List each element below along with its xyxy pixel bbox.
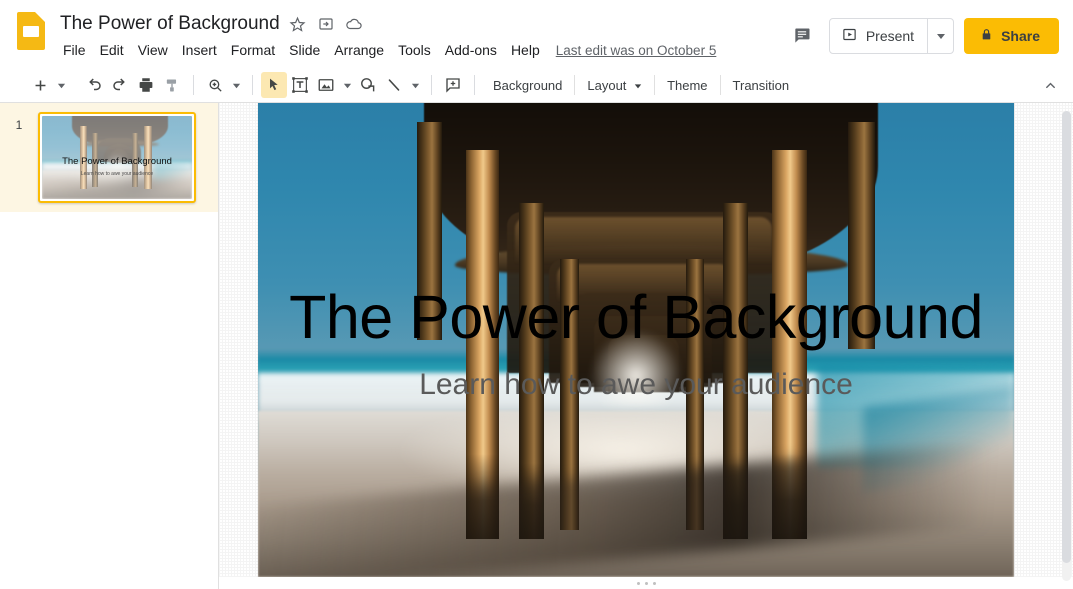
present-dropdown-button[interactable] <box>927 19 953 53</box>
new-slide-dropdown-icon[interactable] <box>53 72 69 98</box>
present-button[interactable]: Present <box>830 19 927 53</box>
menu-item-edit[interactable]: Edit <box>93 40 131 60</box>
slide-title-text[interactable]: The Power of Background <box>258 285 1014 351</box>
comment-icon[interactable] <box>785 19 819 53</box>
slide-resize-grip[interactable] <box>219 577 1073 589</box>
menu-item-help[interactable]: Help <box>504 40 547 60</box>
lock-icon <box>980 28 993 44</box>
grip-dot <box>644 581 648 585</box>
chevron-up-icon[interactable] <box>1037 72 1063 98</box>
background-button[interactable]: Background <box>483 74 572 97</box>
menu-item-format[interactable]: Format <box>224 40 282 60</box>
slide-editor[interactable]: The Power of Background Learn how to awe… <box>258 103 1014 577</box>
menu-item-insert[interactable]: Insert <box>175 40 224 60</box>
header-actions: Present Share <box>785 9 1059 54</box>
slide-style-buttons: Background Layout Theme Transition <box>483 74 799 97</box>
layout-label: Layout <box>587 77 627 93</box>
line-dropdown-icon[interactable] <box>407 72 423 98</box>
redo-icon[interactable] <box>107 72 133 98</box>
menu-item-file[interactable]: File <box>56 40 93 60</box>
slide-canvas-area[interactable]: The Power of Background Learn how to awe… <box>219 103 1073 589</box>
select-tool-icon[interactable] <box>261 72 287 98</box>
share-label: Share <box>1001 28 1040 44</box>
insert-image-dropdown-icon[interactable] <box>339 72 355 98</box>
menu-item-arrange[interactable]: Arrange <box>327 40 391 60</box>
list-item[interactable]: 1 The Power of Background Learn how to a… <box>0 103 218 212</box>
undo-icon[interactable] <box>81 72 107 98</box>
present-play-icon <box>842 27 857 45</box>
last-edit-link[interactable]: Last edit was on October 5 <box>556 43 717 58</box>
workspace: 1 The Power of Background Learn how to a… <box>0 103 1073 589</box>
share-button[interactable]: Share <box>964 18 1059 54</box>
star-icon[interactable] <box>284 11 312 37</box>
theme-button[interactable]: Theme <box>657 74 717 97</box>
chevron-down-icon <box>936 34 945 39</box>
zoom-icon[interactable] <box>202 72 228 98</box>
thumbnail-subtitle: Learn how to awe your audience <box>80 170 154 177</box>
slide-filmstrip[interactable]: 1 The Power of Background Learn how to a… <box>0 103 219 589</box>
move-to-folder-icon[interactable] <box>312 11 340 37</box>
google-slides-logo[interactable] <box>14 9 48 53</box>
layout-button[interactable]: Layout <box>577 74 652 97</box>
new-slide-icon[interactable] <box>27 72 53 98</box>
main-toolbar: Background Layout Theme Transition <box>0 68 1073 103</box>
menu-item-view[interactable]: View <box>131 40 175 60</box>
slide-number: 1 <box>15 118 23 132</box>
document-title[interactable]: The Power of Background <box>56 11 284 37</box>
menu-bar: File Edit View Insert Format Slide Arran… <box>56 39 785 61</box>
vertical-scrollbar[interactable] <box>1062 111 1071 581</box>
slide-subtitle-text[interactable]: Learn how to awe your audience <box>258 368 1014 402</box>
grip-dot <box>652 581 656 585</box>
grip-dot <box>636 581 640 585</box>
add-comment-icon[interactable] <box>440 72 466 98</box>
paint-format-icon[interactable] <box>159 72 185 98</box>
present-label: Present <box>865 28 915 44</box>
line-icon[interactable] <box>381 72 407 98</box>
menu-item-addons[interactable]: Add-ons <box>438 40 504 60</box>
title-row: The Power of Background <box>56 11 785 37</box>
zoom-dropdown-icon[interactable] <box>228 72 244 98</box>
text-box-icon[interactable] <box>287 72 313 98</box>
print-icon[interactable] <box>133 72 159 98</box>
insert-image-icon[interactable] <box>313 72 339 98</box>
present-button-group: Present <box>828 18 955 54</box>
cloud-saved-icon[interactable] <box>340 11 368 37</box>
slide-thumbnail-image: The Power of Background Learn how to awe… <box>42 116 192 199</box>
slide-thumbnail[interactable]: The Power of Background Learn how to awe… <box>38 112 196 203</box>
chevron-down-icon <box>634 83 642 88</box>
title-and-menu-block: The Power of Background File Edit View I… <box>56 9 785 61</box>
menu-item-slide[interactable]: Slide <box>282 40 327 60</box>
app-header: The Power of Background File Edit View I… <box>0 0 1073 68</box>
shape-icon[interactable] <box>355 72 381 98</box>
vertical-scrollbar-thumb[interactable] <box>1062 111 1071 563</box>
transition-button[interactable]: Transition <box>723 74 800 97</box>
menu-item-tools[interactable]: Tools <box>391 40 438 60</box>
thumbnail-title: The Power of Background <box>62 155 172 167</box>
